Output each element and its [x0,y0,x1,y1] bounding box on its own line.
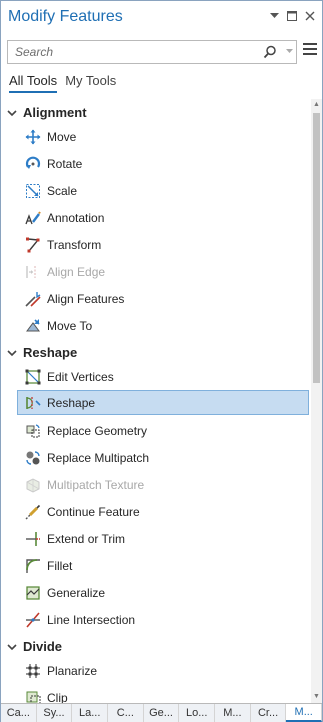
generalize-icon [24,584,42,602]
fillet-icon [24,557,42,575]
tool-label: Edit Vertices [47,369,114,384]
tool-label: Fillet [47,558,73,573]
tool-label: Multipatch Texture [47,477,145,492]
tool-label: Scale [47,183,78,198]
align-features-icon [24,290,42,308]
tool-multipatch-texture[interactable]: Multipatch Texture [17,472,309,497]
search-box [7,40,297,64]
search-icon[interactable] [263,45,277,59]
bottom-pane-tabs: Ca... Sy... La... C... Ge... Lo... M... … [1,703,323,722]
tool-move[interactable]: Move [17,124,309,149]
tool-list: Alignment Move Rotate Scale Annotation T… [1,99,311,703]
tool-reshape[interactable]: Reshape [17,390,309,415]
align-edge-icon [24,263,42,281]
tool-label: Move [47,129,77,144]
bottom-tab[interactable]: Ca... [1,704,37,722]
tool-label: Continue Feature [47,504,140,519]
maximize-icon[interactable] [286,10,298,22]
move-icon [24,128,42,146]
bottom-tab[interactable]: Sy... [37,704,73,722]
tool-planarize[interactable]: Planarize [17,658,309,683]
tool-align-edge[interactable]: Align Edge [17,259,309,284]
chevron-down-icon [7,349,17,356]
modify-features-pane: Modify Features All Tools My Tools Ali [0,0,323,722]
tool-tabs: All Tools My Tools [9,73,116,93]
scroll-up-icon[interactable]: ▲ [311,99,322,111]
tool-replace-geometry[interactable]: Replace Geometry [17,418,309,443]
bottom-tab[interactable]: Cr... [251,704,287,722]
move-to-icon [24,317,42,335]
bottom-tab[interactable]: La... [72,704,109,722]
tool-label: Move To [47,318,93,333]
edit-vertices-icon [24,368,42,386]
pane-title: Modify Features [8,8,123,25]
tool-label: Clip [47,690,68,704]
vertical-scrollbar[interactable]: ▲ ▼ [311,99,322,703]
bottom-tab[interactable]: Lo... [179,704,216,722]
tool-label: Replace Multipatch [47,450,150,465]
reshape-icon [24,394,42,412]
continue-feature-icon [24,503,42,521]
search-input[interactable] [8,41,258,63]
extend-trim-icon [24,530,42,548]
replace-multipatch-icon [24,449,42,467]
multipatch-texture-icon [24,476,42,494]
tool-generalize[interactable]: Generalize [17,580,309,605]
tool-label: Transform [47,237,102,252]
transform-icon [24,236,42,254]
tool-rotate[interactable]: Rotate [17,151,309,176]
tool-fillet[interactable]: Fillet [17,553,309,578]
scale-icon [24,182,42,200]
tool-label: Align Edge [47,264,106,279]
tool-transform[interactable]: Transform [17,232,309,257]
scroll-down-icon[interactable]: ▼ [311,691,322,703]
tool-label: Planarize [47,663,98,678]
tool-extend-or-trim[interactable]: Extend or Trim [17,526,309,551]
tool-replace-multipatch[interactable]: Replace Multipatch [17,445,309,470]
group-label: Reshape [23,345,78,360]
close-icon[interactable] [304,10,316,22]
tool-continue-feature[interactable]: Continue Feature [17,499,309,524]
search-options-chevron-icon[interactable] [284,46,294,58]
tool-annotation[interactable]: Annotation [17,205,309,230]
pane-titlebar: Modify Features [1,1,322,33]
tab-my-tools[interactable]: My Tools [65,73,116,93]
tool-label: Generalize [47,585,106,600]
rotate-icon [24,155,42,173]
scroll-thumb[interactable] [313,113,320,383]
tool-scale[interactable]: Scale [17,178,309,203]
bottom-tab[interactable]: M... [215,704,251,722]
tool-label: Reshape [47,395,96,410]
tab-all-tools[interactable]: All Tools [9,73,58,93]
tool-clip[interactable]: Clip [17,685,309,703]
group-label: Divide [23,639,63,654]
tool-line-intersection[interactable]: Line Intersection [17,607,309,632]
bottom-tab[interactable]: Ge... [144,704,180,722]
tool-label: Rotate [47,156,83,171]
planarize-icon [24,662,42,680]
tool-label: Line Intersection [47,612,136,627]
group-label: Alignment [23,105,87,120]
group-header-divide[interactable]: Divide [1,633,311,660]
bottom-tab[interactable]: C... [108,704,144,722]
chevron-down-icon [7,109,17,116]
line-intersection-icon [24,611,42,629]
menu-icon[interactable] [303,43,317,59]
tool-label: Extend or Trim [47,531,126,546]
pane-options-dropdown-icon[interactable] [268,10,280,22]
clip-icon [24,689,42,703]
tool-label: Annotation [47,210,105,225]
tool-label: Align Features [47,291,125,306]
tool-edit-vertices[interactable]: Edit Vertices [17,364,309,389]
replace-geometry-icon [24,422,42,440]
tool-move-to[interactable]: Move To [17,313,309,338]
bottom-tab-modify-features[interactable]: M... [286,704,323,722]
tool-align-features[interactable]: Align Features [17,286,309,311]
chevron-down-icon [7,643,17,650]
annotation-icon [24,209,42,227]
group-header-reshape[interactable]: Reshape [1,339,311,366]
tool-label: Replace Geometry [47,423,148,438]
pane-controls [268,10,316,22]
group-header-alignment[interactable]: Alignment [1,99,311,126]
